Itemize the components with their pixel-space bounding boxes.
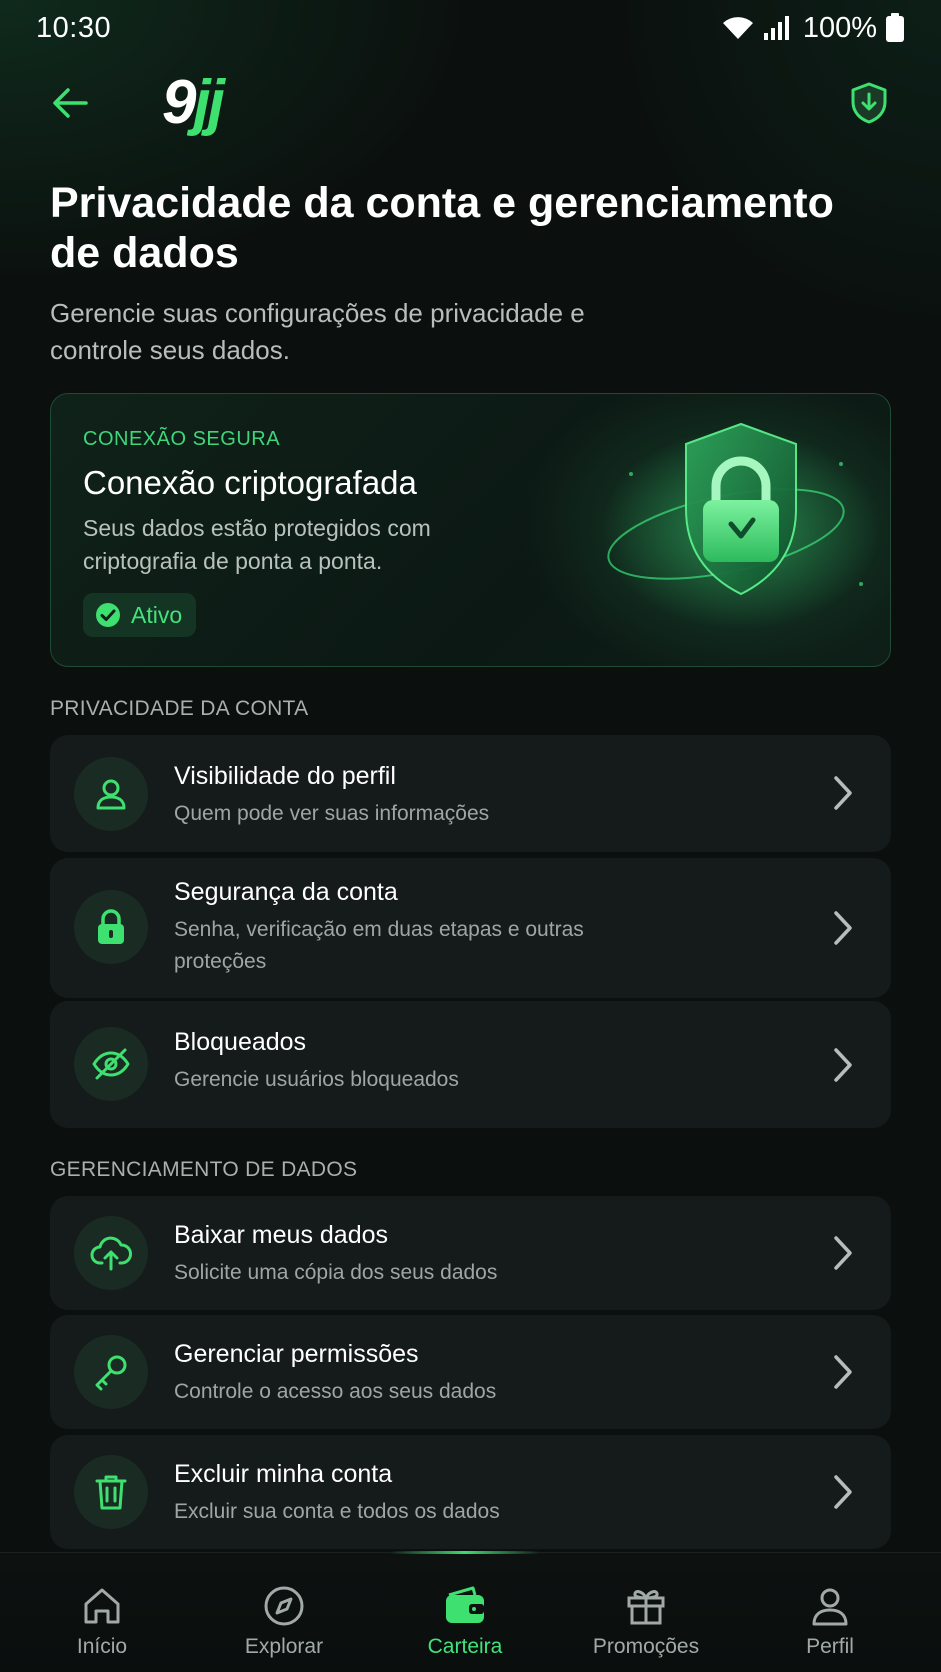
trash-icon [95,1475,127,1510]
nav-item-profile[interactable]: Perfil [740,1553,920,1672]
item-icon-container [74,1335,148,1409]
battery-icon [886,13,904,42]
brand-logo: 9 jj [162,68,225,137]
chevron-right-icon [834,776,852,810]
security-shield-button[interactable] [847,81,891,125]
secure-connection-card: CONEXÃO SEGURA Conexão criptografada Seu… [50,393,891,667]
list-item-blocked[interactable]: Bloqueados Gerencie usuários bloqueados [50,1001,891,1128]
list-item-download-data[interactable]: Baixar meus dados Solicite uma cópia dos… [50,1196,891,1310]
page-title: Privacidade da conta e gerenciamento de … [50,179,834,277]
item-subtitle: Excluir sua conta e todos os dados [174,1500,500,1523]
logo-accent: jj [193,68,225,137]
battery-percent: 100% [802,11,877,44]
arrow-left-icon [53,88,88,118]
nav-label: Promoções [592,1635,700,1658]
list-item-profile-visibility[interactable]: Visibilidade do perfil Quem pode ver sua… [50,735,891,852]
item-title: Segurança da conta [174,878,398,906]
logo-main: 9 [162,68,197,137]
nav-item-promotions[interactable]: Promoções [556,1553,736,1672]
gift-icon [623,1583,669,1629]
list-item-account-security[interactable]: Segurança da conta Senha, verificação em… [50,858,891,998]
page-subtitle: Gerencie suas configurações de privacida… [50,298,585,365]
nav-item-wallet[interactable]: Carteira [375,1553,555,1672]
item-title: Bloqueados [174,1028,307,1056]
secure-description: Seus dados estão protegidos com criptogr… [83,515,431,574]
item-icon-container [74,1216,148,1290]
chevron-right-icon [834,1236,852,1270]
screen: 10:30 100% 9 jj Privacidade da conta e g… [0,0,941,1672]
chevron-right-icon [834,911,852,945]
item-subtitle: Controle o acesso aos seus dados [174,1380,497,1403]
shield-download-icon [851,82,887,124]
lock-icon [98,909,124,944]
signal-icon [763,16,789,40]
check-circle-icon [96,603,120,627]
item-icon-container [74,757,148,831]
status-icons: 100% [721,12,905,45]
app-header: 9 jj [0,66,941,140]
item-title: Gerenciar permissões [174,1340,419,1368]
item-title: Baixar meus dados [174,1221,389,1249]
nav-item-home[interactable]: Início [12,1553,192,1672]
wallet-icon [442,1583,488,1629]
list-item-delete-account[interactable]: Excluir minha conta Excluir sua conta e … [50,1435,891,1549]
nav-label: Perfil [806,1635,854,1658]
key-icon [95,1355,127,1391]
item-subtitle: Gerencie usuários bloqueados [174,1068,459,1091]
status-badge: Ativo [83,593,197,637]
wifi-icon [722,17,753,39]
profile-icon [807,1583,853,1629]
section-label-privacy: PRIVACIDADE DA CONTA [50,697,309,720]
compass-icon [261,1583,307,1629]
secure-title: Conexão criptografada [83,464,417,501]
item-icon-container [74,1027,148,1101]
back-button[interactable] [50,83,90,123]
chevron-right-icon [834,1475,852,1509]
item-subtitle: Quem pode ver suas informações [174,802,490,825]
nav-label: Explorar [244,1635,324,1658]
item-title: Excluir minha conta [174,1460,393,1488]
section-label-data: GERENCIAMENTO DE DADOS [50,1158,358,1181]
item-icon-container [74,1455,148,1529]
status-time: 10:30 [36,11,112,44]
chevron-right-icon [834,1355,852,1389]
user-icon [96,779,126,810]
status-bar: 10:30 100% [0,0,941,56]
item-subtitle: Solicite uma cópia dos seus dados [174,1261,498,1284]
status-badge-label: Ativo [131,601,183,628]
shield-lock-illustration [601,422,881,629]
bottom-nav: Início Explorar Carteira Promoções Perfi… [0,1551,941,1672]
eye-off-icon [92,1048,130,1080]
item-subtitle: Senha, verificação em duas etapas e outr… [174,918,584,973]
chevron-right-icon [834,1048,852,1082]
cloud-upload-icon [90,1236,132,1271]
nav-item-explore[interactable]: Explorar [194,1553,374,1672]
item-icon-container [74,890,148,964]
home-icon [79,1583,125,1629]
nav-label: Início [76,1635,128,1658]
list-item-manage-permissions[interactable]: Gerenciar permissões Controle o acesso a… [50,1315,891,1429]
secure-kicker: CONEXÃO SEGURA [83,428,281,450]
item-title: Visibilidade do perfil [174,762,396,790]
nav-label: Carteira [427,1635,503,1658]
